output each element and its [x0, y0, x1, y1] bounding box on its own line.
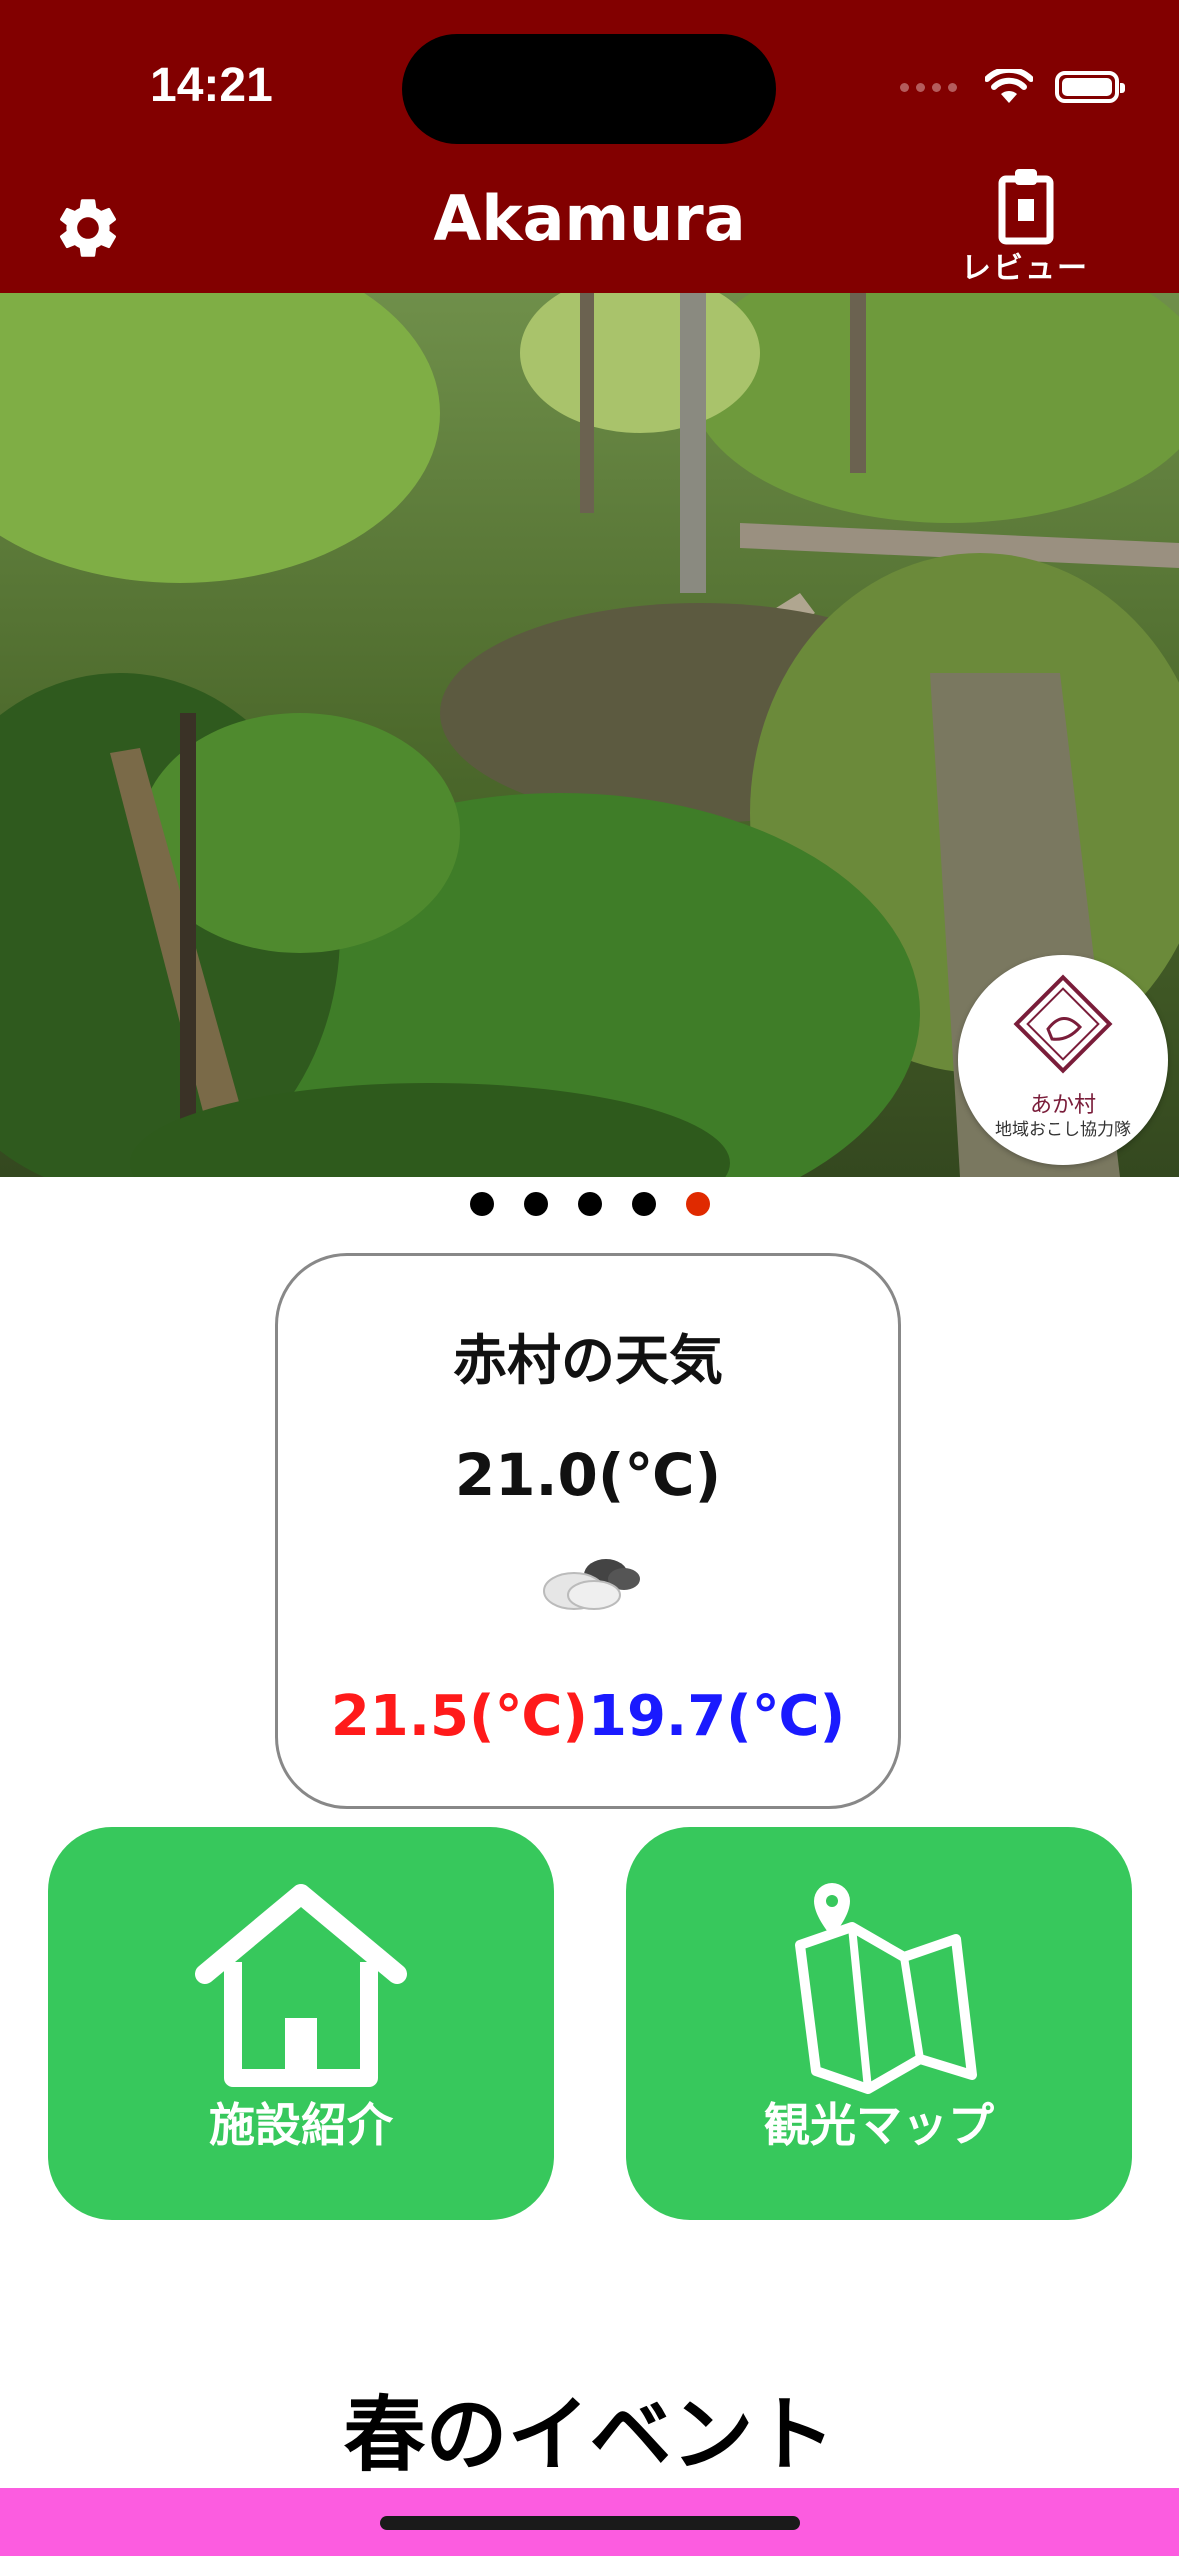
facilities-button[interactable]: 施設紹介 — [48, 1827, 554, 2220]
weather-title: 赤村の天気 — [453, 1329, 723, 1392]
battery-icon — [1055, 71, 1125, 103]
cloud-icon — [543, 1559, 640, 1610]
pager-dot[interactable] — [470, 1192, 494, 1216]
map-icon — [795, 1883, 977, 2094]
pager-dot-active[interactable] — [686, 1192, 710, 1216]
weather-card: 赤村の天気 21.0(℃) 21.5(℃)19.7(℃) — [275, 1253, 901, 1809]
status-time: 14:21 — [150, 59, 273, 112]
low-temperature: 19.7(℃) — [588, 1684, 846, 1749]
current-temperature: 21.0(℃) — [454, 1441, 722, 1509]
wifi-icon — [985, 69, 1033, 103]
home-indicator[interactable] — [380, 2516, 800, 2530]
community-logo-badge: あか村 地域おこし協力隊 — [958, 955, 1168, 1165]
clipboard-icon — [998, 169, 1054, 245]
akamura-logo-icon — [1013, 974, 1113, 1074]
house-icon — [195, 1884, 407, 2087]
tourist-map-label: 観光マップ — [764, 2098, 994, 2152]
facilities-label: 施設紹介 — [209, 2098, 393, 2152]
signal-icon — [900, 82, 957, 92]
section-title: 春のイベント — [343, 2388, 836, 2483]
carousel-pager[interactable] — [470, 1192, 710, 1216]
temperature-range: 21.5(℃)19.7(℃) — [278, 1684, 898, 1749]
badge-subtitle: 地域おこし協力隊 — [995, 1120, 1131, 1140]
dynamic-island — [402, 34, 776, 144]
review-label: レビュー — [961, 251, 1089, 286]
pager-dot[interactable] — [632, 1192, 656, 1216]
app-header: 14:21 Akamura レビュー — [0, 0, 1179, 293]
pager-dot[interactable] — [578, 1192, 602, 1216]
tourist-map-button[interactable]: 観光マップ — [626, 1827, 1132, 2220]
status-icons — [900, 62, 1125, 112]
pager-dot[interactable] — [524, 1192, 548, 1216]
review-button[interactable]: レビュー — [960, 165, 1090, 286]
high-temperature: 21.5(℃) — [330, 1684, 588, 1749]
hero-carousel-image[interactable]: あか村 地域おこし協力隊 — [0, 293, 1179, 1177]
